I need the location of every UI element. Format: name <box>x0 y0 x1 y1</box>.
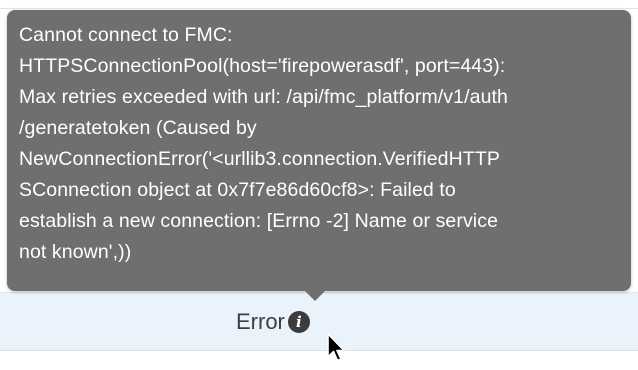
status-cell: Error i <box>236 308 310 336</box>
tooltip-line: Cannot connect to FMC: <box>19 24 233 46</box>
table-divider-top <box>0 8 638 9</box>
screen: Cannot connect to FMC: HTTPSConnectionPo… <box>0 0 638 370</box>
tooltip-line: /generatetoken (Caused by <box>19 117 257 139</box>
mouse-pointer-icon <box>327 333 345 362</box>
tooltip-line: NewConnectionError('<urllib3.connection.… <box>19 148 500 170</box>
tooltip-arrow <box>304 290 326 301</box>
table-row-next <box>0 350 638 370</box>
tooltip-line: SConnection object at 0x7f7e86d60cf8>: F… <box>19 179 456 201</box>
tooltip-line: Max retries exceeded with url: /api/fmc_… <box>19 86 508 108</box>
status-label: Error <box>236 309 285 334</box>
tooltip-line: not known',)) <box>19 241 132 263</box>
tooltip-line: HTTPSConnectionPool(host='firepowerasdf'… <box>19 55 506 77</box>
error-tooltip: Cannot connect to FMC: HTTPSConnectionPo… <box>7 10 631 291</box>
tooltip-line: establish a new connection: [Errno -2] N… <box>19 210 499 232</box>
info-icon[interactable]: i <box>287 311 310 333</box>
